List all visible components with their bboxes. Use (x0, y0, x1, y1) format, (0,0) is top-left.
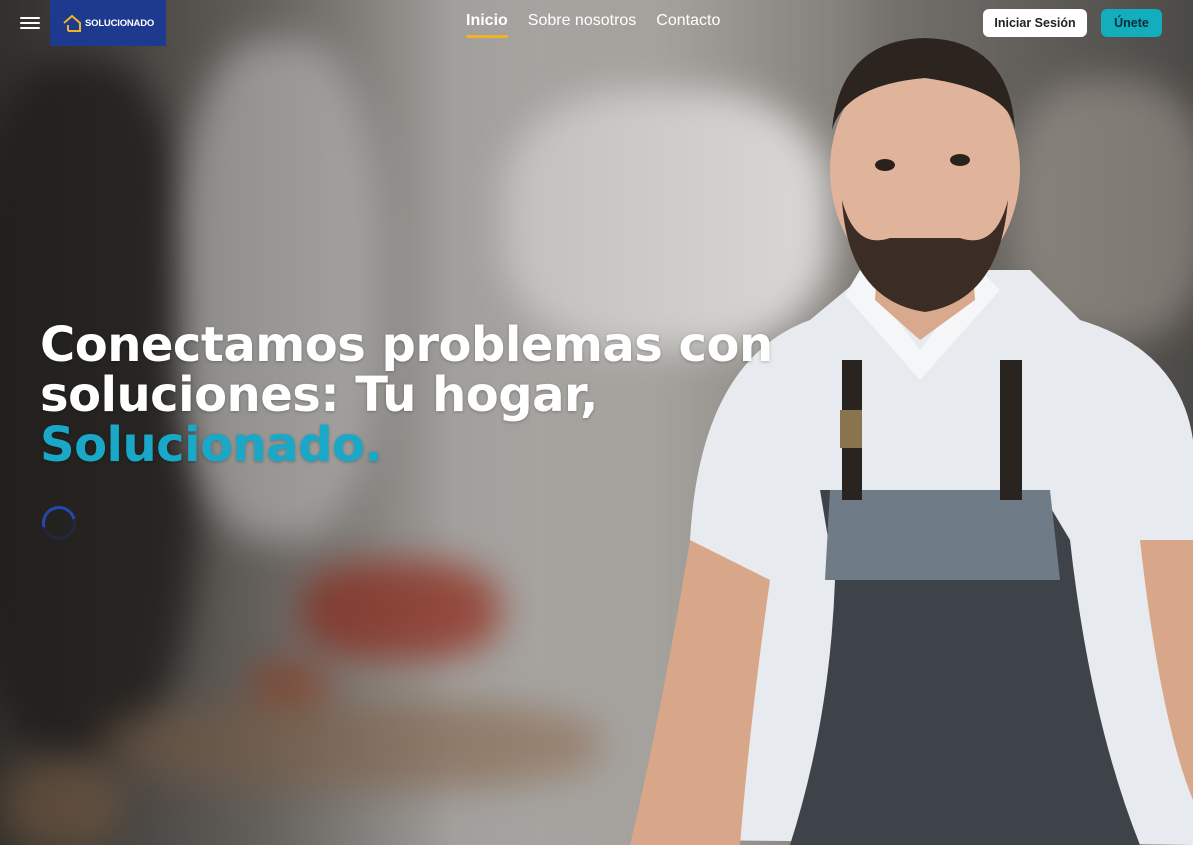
menu-icon[interactable] (20, 14, 40, 32)
hero-title-line2: soluciones: Tu hogar, (40, 367, 598, 423)
nav-item-sobre-nosotros[interactable]: Sobre nosotros (528, 12, 637, 36)
nav-item-contacto[interactable]: Contacto (656, 12, 720, 36)
hero-title: Conectamos problemas con soluciones: Tu … (40, 320, 800, 470)
hero-title-accent: Solucionado. (40, 417, 383, 473)
logo-text: SOLUCIONADO (85, 17, 155, 29)
join-button[interactable]: Únete (1101, 9, 1162, 37)
house-logo-icon (63, 14, 81, 32)
login-button[interactable]: Iniciar Sesión (983, 9, 1087, 37)
main-nav: Inicio Sobre nosotros Contacto (466, 12, 720, 38)
brand-logo[interactable]: SOLUCIONADO (50, 0, 166, 46)
hero-title-line1: Conectamos problemas con (40, 317, 773, 373)
nav-item-inicio[interactable]: Inicio (466, 12, 508, 38)
